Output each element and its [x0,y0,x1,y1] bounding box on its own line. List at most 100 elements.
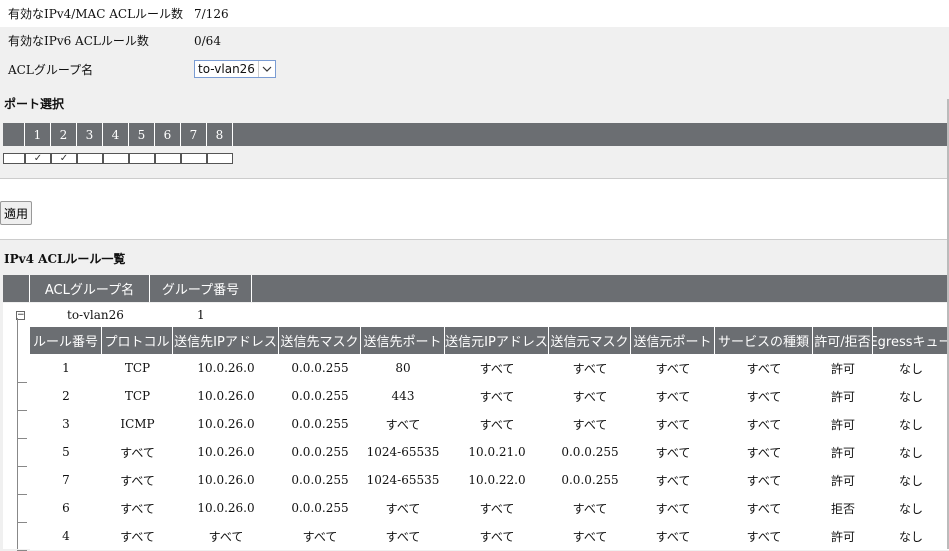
port-checkbox-4[interactable] [103,152,129,164]
rules-header-cell: ルール番号 [30,327,102,354]
table-row[interactable]: 4 すべて すべて すべて すべて すべて すべて すべて すべて 許可 なし [30,522,949,550]
port-cell-5 [129,152,155,164]
rule-cell: すべて [746,361,782,376]
rule-cell: すべて [479,417,515,432]
rule-cell: すべて [385,529,421,544]
table-row[interactable]: 5 すべて 10.0.26.0 0.0.0.255 1024-65535 10.0.21.… [30,438,949,466]
port-checkbox-3[interactable] [77,152,103,164]
rules-header-cell: 許可/拒否 [813,327,873,354]
ipv6-rule-count-label: 有効なIPv6 ACLルール数 [8,34,149,48]
table-row[interactable]: 7 すべて 10.0.26.0 0.0.0.255 1024-65535 10.0.22.… [30,466,949,494]
rule-cell: なし [898,529,923,544]
group-header-name: ACLグループ名 [30,275,150,302]
rule-cell: すべて [655,445,691,460]
apply-area: 適用 [0,178,949,240]
rule-cell: 許可 [830,389,855,404]
table-row[interactable]: 3 ICMP 10.0.26.0 0.0.0.255 すべて すべて すべて すべて すべて 許可… [30,410,949,438]
port-select-all-checkbox[interactable] [3,152,25,164]
rule-cell: すべて [479,389,515,404]
rule-cell: 1 [62,361,70,375]
rule-cell: TCP [124,389,151,403]
rules-header-cell: 送信先ポート [361,327,445,354]
rule-cell: 許可 [830,361,855,376]
rule-cell: 許可 [830,529,855,544]
port-checkbox-1[interactable]: ✓ [25,152,51,164]
table-row[interactable]: 1 TCP 10.0.26.0 0.0.0.255 80 すべて すべて すべて すべて 許可 なし [30,354,949,382]
port-header-blank [3,123,25,146]
rule-cell: すべて [572,501,608,516]
table-row[interactable]: 2 TCP 10.0.26.0 0.0.0.255 443 すべて すべて すべて すべて 許可 な… [30,382,949,410]
rule-cell: 10.0.26.0 [197,417,255,431]
tree-branch [17,438,27,439]
acl-group-select[interactable]: to-vlan26 [194,60,276,78]
tree-branch [17,410,27,411]
table-row[interactable]: 6 すべて 10.0.26.0 0.0.0.255 すべて すべて すべて すべて すべて 拒否 な… [30,494,949,522]
port-header-7: 7 [181,123,207,146]
port-checkbox-2[interactable]: ✓ [51,152,77,164]
group-row: − to-vlan26 1 [3,303,949,327]
rule-cell: すべて [655,473,691,488]
rule-cell: 10.0.26.0 [197,361,255,375]
rule-cell: 0.0.0.255 [291,417,349,431]
port-cell-2: ✓ [51,152,77,164]
rule-cell: 10.0.21.0 [468,445,526,459]
rule-cell: 1024-65535 [366,473,440,487]
rule-cell: 2 [62,389,70,403]
port-checkbox-row: ✓ ✓ [3,146,948,170]
rule-cell: 6 [62,501,70,515]
rule-cell: すべて [655,389,691,404]
port-cell-3 [77,152,103,164]
group-row-name: to-vlan26 [67,308,124,322]
rule-cell: 80 [395,361,411,375]
tree-line [17,318,18,549]
rules-body: 1 TCP 10.0.26.0 0.0.0.255 80 すべて すべて すべて すべて 許可 なし… [30,354,949,550]
port-checkbox-7[interactable] [181,152,207,164]
port-select-all-cell [3,152,25,164]
port-cell-6 [155,152,181,164]
rule-cell: なし [898,501,923,516]
port-header-4: 4 [103,123,129,146]
rule-cell: 0.0.0.255 [291,389,349,403]
group-header-number: グループ番号 [150,275,252,302]
port-checkbox-8[interactable] [207,152,233,164]
rule-cell: すべて [746,445,782,460]
acl-rules-table: ルール番号 プロトコル 送信先IPアドレス 送信先マスク 送信先ポート 送信元IPアドレス… [30,327,949,550]
rule-cell: 5 [62,445,70,459]
apply-button[interactable]: 適用 [0,201,33,225]
rule-cell: 許可 [830,473,855,488]
rule-cell: 0.0.0.255 [291,501,349,515]
rules-header-cell: プロトコル [102,327,173,354]
rule-cell: 4 [62,529,70,543]
rule-cell: すべて [655,361,691,376]
rule-cell: TCP [124,361,151,375]
group-header-blank [3,275,30,302]
rule-cell: すべて [302,529,338,544]
group-table-header: ACLグループ名 グループ番号 [3,275,949,302]
group-row-number: 1 [197,308,205,322]
rule-cell: すべて [385,501,421,516]
port-header-1: 1 [25,123,51,146]
rule-cell: すべて [572,361,608,376]
port-header-5: 5 [129,123,155,146]
port-checkbox-5[interactable] [129,152,155,164]
port-checkbox-6[interactable] [155,152,181,164]
rule-cell: 10.0.26.0 [197,501,255,515]
rule-cell: 7 [62,473,70,487]
port-header-8: 8 [207,123,233,146]
tree-branch [17,382,27,383]
rule-cell: 拒否 [830,501,855,516]
rule-cell: 443 [391,389,415,403]
port-cell-8 [207,152,233,164]
port-selection-table: 12345678 ✓ ✓ [3,123,948,170]
rules-header-row: ルール番号 プロトコル 送信先IPアドレス 送信先マスク 送信先ポート 送信元IPアドレス… [30,327,949,354]
rule-cell: すべて [120,501,155,516]
rule-cell: すべて [572,389,608,404]
acl-group-label: ACLグループ名 [8,62,94,77]
rule-cell: すべて [385,417,421,432]
port-cell-7 [181,152,207,164]
rule-cell: すべて [746,417,782,432]
rule-cell: すべて [479,361,515,376]
ipv4-mac-rule-count-label: 有効なIPv4/MAC ACLルール数 [8,7,184,21]
rule-cell: なし [898,445,923,460]
rule-cell: 0.0.0.255 [291,445,349,459]
